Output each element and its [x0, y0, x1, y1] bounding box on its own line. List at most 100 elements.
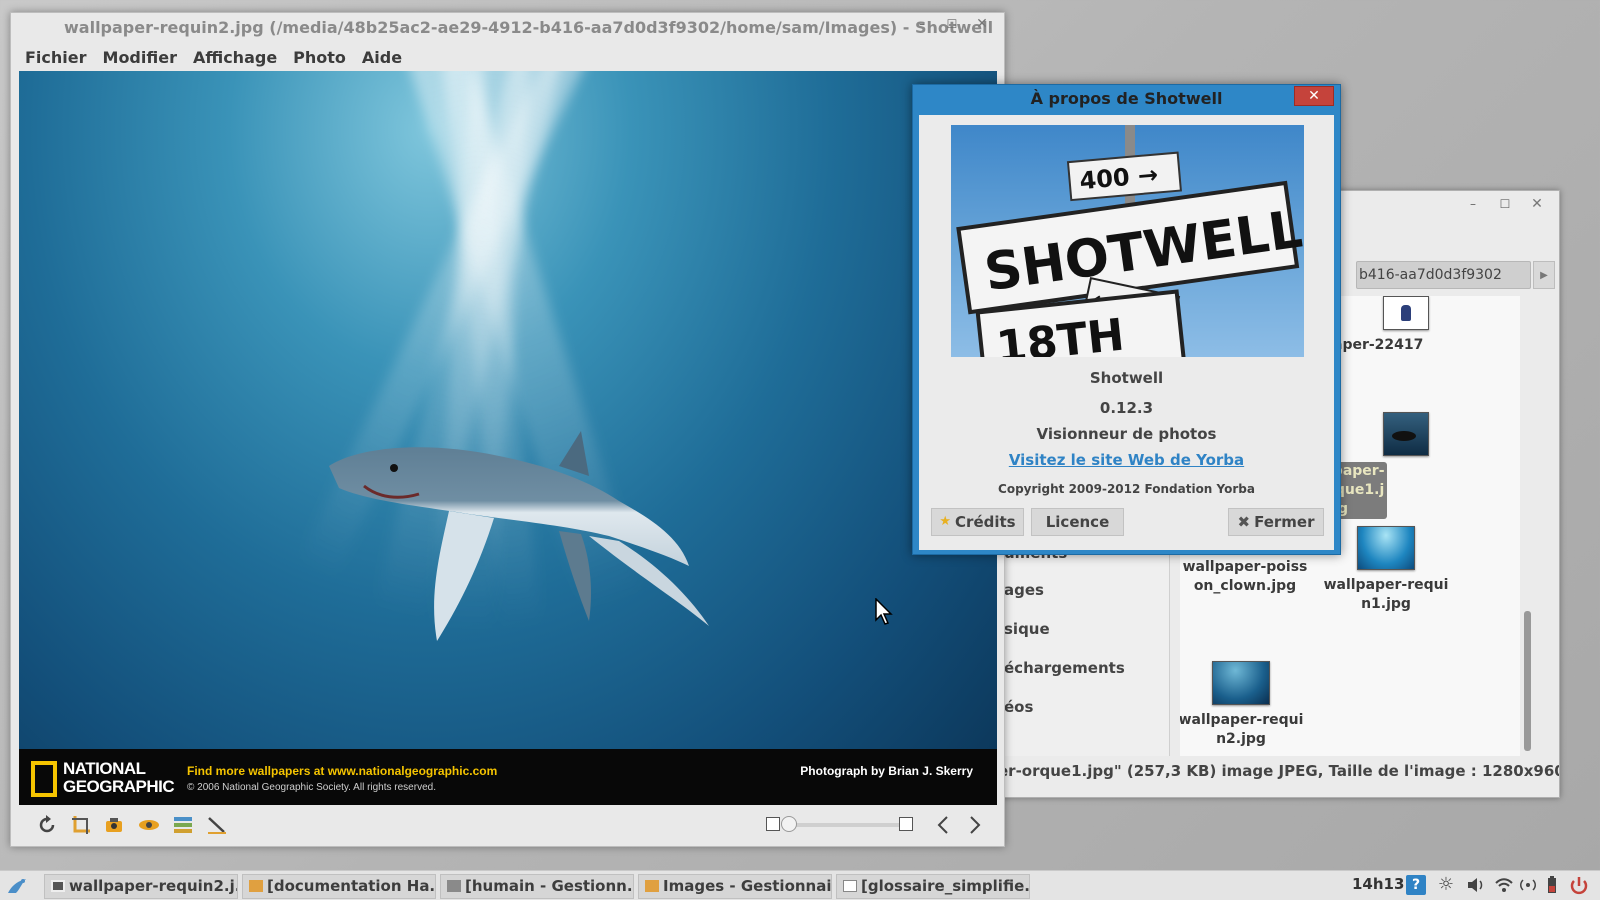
close-dialog-button[interactable]: ✖ Fermer	[1228, 508, 1324, 536]
close-icon: ✖	[1237, 513, 1251, 531]
minimize-button[interactable]: –	[908, 15, 936, 33]
ng-brand-line1: NATIONAL	[63, 759, 146, 778]
dialog-title: À propos de Shotwell	[1030, 89, 1223, 108]
ng-copyright: © 2006 National Geographic Society. All …	[187, 782, 436, 793]
fm-sidebar: uments ages sique échargements éos	[986, 544, 1170, 756]
fm-status-bar: er-orque1.jpg" (257,3 KB) image JPEG, Ta…	[998, 762, 1559, 780]
task-glossaire[interactable]: [glossaire_simplifie....	[836, 874, 1030, 899]
license-button[interactable]: Licence	[1031, 508, 1124, 536]
credits-label: Crédits	[955, 513, 1016, 531]
copyright-text: Copyright 2009-2012 Fondation Yorba	[998, 482, 1255, 496]
maximize-button[interactable]: ☐	[938, 15, 966, 33]
brightness-icon[interactable]: ☼	[1436, 875, 1456, 895]
crop-icon[interactable]	[67, 811, 95, 839]
close-button[interactable]: ✕	[1523, 195, 1551, 213]
file-name: wallpaper-requin1.jpg	[1323, 577, 1449, 612]
home-icon	[447, 880, 461, 892]
battery-icon[interactable]	[1542, 875, 1562, 895]
national-geographic-banner: NATIONAL GEOGRAPHIC Find more wallpapers…	[19, 749, 997, 805]
shotwell-task-icon	[51, 880, 65, 892]
task-documentation[interactable]: [documentation Ha...	[242, 874, 436, 899]
clock[interactable]: 14h13	[1352, 875, 1404, 893]
ng-photo-credit: Photograph by Brian J. Skerry	[800, 764, 973, 778]
task-images[interactable]: Images - Gestionnai...	[638, 874, 832, 899]
window-title: wallpaper-requin2.jpg (/media/48b25ac2-a…	[64, 18, 994, 37]
task-label: wallpaper-requin2.j...	[69, 877, 238, 895]
sidebar-item-images[interactable]: ages	[1004, 581, 1044, 599]
shark-image	[329, 431, 709, 641]
national-geographic-logo	[31, 761, 57, 797]
task-label: [humain - Gestionn...	[465, 877, 634, 895]
sidebar-item-videos[interactable]: éos	[1004, 698, 1033, 716]
start-menu-icon[interactable]	[6, 875, 28, 897]
file-item[interactable]: wallpaper-poisson_clown.jpg	[1180, 536, 1310, 596]
file-thumbnail	[1383, 296, 1429, 330]
document-icon	[843, 880, 857, 892]
ng-find-text: Find more wallpapers at www.nationalgeog…	[187, 764, 497, 778]
minimize-button[interactable]: –	[1459, 195, 1487, 213]
task-humain[interactable]: [humain - Gestionn...	[440, 874, 634, 899]
network-signal-icon[interactable]	[1518, 875, 1538, 895]
fm-window-controls: – ☐ ✕	[1459, 195, 1551, 213]
shotwell-logo: 400 → SHOTWELL ← 3250 18TH	[951, 125, 1304, 357]
menu-affichage[interactable]: Affichage	[185, 45, 285, 71]
folder-icon	[645, 880, 659, 892]
file-name: aper-22417	[1333, 337, 1424, 353]
zoom-slider[interactable]	[784, 823, 902, 827]
about-dialog: À propos de Shotwell ✕ 400 → SHOTWELL ← …	[912, 84, 1341, 555]
menu-modifier[interactable]: Modifier	[95, 45, 185, 71]
file-name: wallpaper-requin2.jpg	[1180, 712, 1304, 747]
adjust-icon[interactable]	[169, 811, 197, 839]
close-button[interactable]: ✕	[968, 15, 996, 33]
maximize-button[interactable]: ☐	[1491, 195, 1519, 213]
menu-aide[interactable]: Aide	[354, 45, 410, 71]
redeye-icon[interactable]	[101, 811, 129, 839]
menu-photo[interactable]: Photo	[285, 45, 354, 71]
viewer-window-controls: – ☐ ✕	[908, 15, 996, 33]
ng-find-site: www.nationalgeographic.com	[327, 764, 498, 778]
file-item-selected[interactable]: lpaper- rque1.jpg	[1325, 412, 1455, 519]
power-icon[interactable]	[1568, 875, 1588, 895]
dialog-body: 400 → SHOTWELL ← 3250 18TH Shotwell 0.12…	[919, 115, 1334, 550]
viewer-toolbar	[19, 808, 997, 842]
path-scroll-right-icon[interactable]: ▶	[1533, 261, 1555, 289]
volume-icon[interactable]	[1466, 875, 1486, 895]
ng-find-prefix: Find more wallpapers at	[187, 764, 328, 778]
eye-icon[interactable]	[135, 811, 163, 839]
task-shotwell[interactable]: wallpaper-requin2.j...	[44, 874, 238, 899]
file-name: wallpaper-poisson_clown.jpg	[1182, 559, 1308, 594]
fm-path-button[interactable]: b416-aa7d0d3f9302	[1356, 261, 1531, 289]
credits-button[interactable]: ★ Crédits	[931, 508, 1024, 536]
sidebar-item-downloads[interactable]: échargements	[1004, 659, 1125, 677]
ng-brand-line2: GEOGRAPHIC	[63, 777, 175, 796]
menu-fichier[interactable]: Fichier	[17, 45, 95, 71]
zoom-slider-thumb[interactable]	[780, 816, 797, 832]
file-thumbnail	[1357, 526, 1415, 570]
zoom-in-icon[interactable]	[899, 817, 913, 831]
rotate-icon[interactable]	[33, 811, 61, 839]
file-item[interactable]: aper-22417	[1325, 296, 1455, 355]
program-comment: Visionneur de photos	[1036, 425, 1217, 443]
next-photo-icon[interactable]	[961, 811, 989, 839]
file-thumbnail	[1383, 412, 1429, 456]
straighten-icon[interactable]	[203, 811, 231, 839]
zoom-out-icon[interactable]	[766, 817, 780, 831]
menu-bar: Fichier Modifier Affichage Photo Aide	[17, 45, 410, 71]
website-link[interactable]: Visitez le site Web de Yorba	[1009, 451, 1244, 469]
program-name: Shotwell	[1089, 369, 1164, 387]
previous-photo-icon[interactable]	[929, 811, 957, 839]
task-label: [documentation Ha...	[267, 877, 436, 895]
star-icon: ★	[939, 514, 952, 529]
help-icon[interactable]: ?	[1406, 875, 1426, 895]
fm-scrollbar[interactable]	[1524, 611, 1531, 751]
website-link-row: Visitez le site Web de Yorba	[919, 451, 1334, 469]
close-label: Fermer	[1254, 513, 1315, 531]
program-version: 0.12.3	[1099, 399, 1154, 417]
sidebar-item-music[interactable]: sique	[1004, 620, 1050, 638]
dialog-close-button[interactable]: ✕	[1294, 86, 1334, 106]
folder-icon	[249, 880, 263, 892]
taskbar: wallpaper-requin2.j... [documentation Ha…	[0, 870, 1600, 900]
file-item[interactable]: wallpaper-requin2.jpg	[1180, 661, 1306, 749]
wifi-icon[interactable]	[1494, 875, 1514, 895]
photo-display[interactable]: NATIONAL GEOGRAPHIC Find more wallpapers…	[19, 71, 997, 805]
